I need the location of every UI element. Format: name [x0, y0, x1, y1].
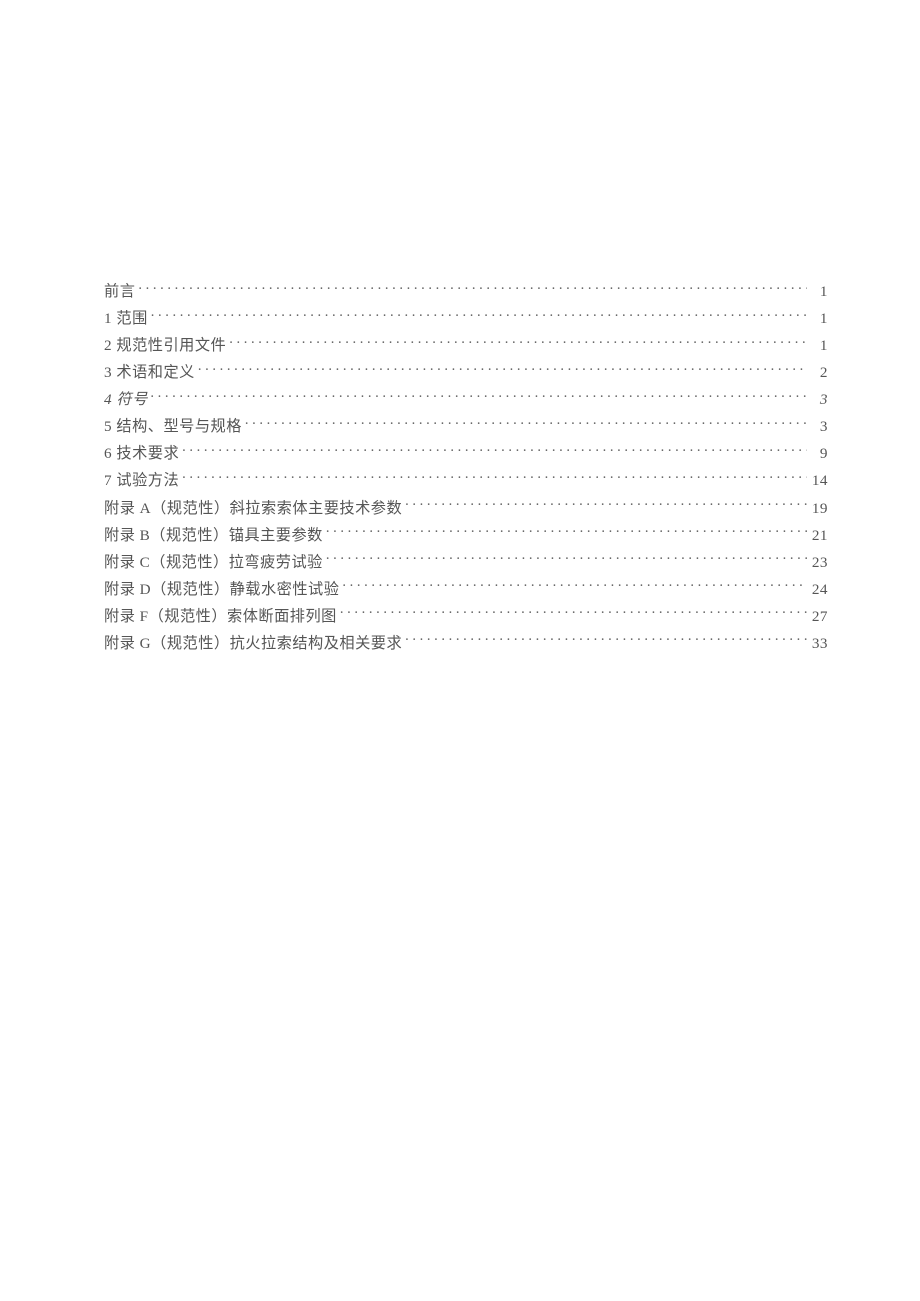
toc-dot-leader — [405, 633, 807, 648]
toc-entry-title: 附录 A（规范性）斜拉索索体主要技术参数 — [104, 497, 402, 521]
toc-row: 附录 G（规范性）抗火拉索结构及相关要求 33 — [104, 632, 828, 656]
toc-entry-page: 21 — [810, 524, 828, 548]
toc-row: 4 符号 3 — [104, 388, 828, 412]
toc-row: 5 结构、型号与规格 3 — [104, 415, 828, 439]
toc-entry-page: 14 — [810, 469, 828, 493]
toc-entry-page: 33 — [810, 632, 828, 656]
toc-entry-title: 附录 G（规范性）抗火拉索结构及相关要求 — [104, 632, 402, 656]
toc-entry-page: 2 — [810, 361, 828, 385]
toc-dot-leader — [229, 335, 807, 350]
toc-entry-title: 前言 — [104, 280, 135, 304]
toc-entry-page: 9 — [810, 442, 828, 466]
toc-dot-leader — [340, 606, 807, 621]
toc-row: 附录 B（规范性）锚具主要参数 21 — [104, 524, 828, 548]
toc-entry-title: 7 试验方法 — [104, 469, 179, 493]
toc-entry-title: 附录 F（规范性）索体断面排列图 — [104, 605, 337, 629]
toc-entry-page: 24 — [810, 578, 828, 602]
toc-dot-leader — [182, 470, 807, 485]
toc-row: 7 试验方法 14 — [104, 469, 828, 493]
toc-entry-page: 1 — [810, 334, 828, 358]
toc-entry-title: 5 结构、型号与规格 — [104, 415, 242, 439]
toc-entry-title: 1 范围 — [104, 307, 148, 331]
toc-row: 附录 F（规范性）索体断面排列图 27 — [104, 605, 828, 629]
toc-row: 3 术语和定义 2 — [104, 361, 828, 385]
toc-entry-page: 3 — [810, 388, 828, 412]
toc-row: 前言 1 — [104, 280, 828, 304]
toc-dot-leader — [326, 524, 807, 539]
toc-entry-title: 2 规范性引用文件 — [104, 334, 226, 358]
toc-entry-page: 27 — [810, 605, 828, 629]
toc-dot-leader — [198, 362, 807, 377]
toc-dot-leader — [151, 389, 807, 404]
toc-entry-title: 3 术语和定义 — [104, 361, 195, 385]
toc-dot-leader — [245, 416, 807, 431]
document-page: 前言11 范围12 规范性引用文件13 术语和定义24 符号35 结构、型号与规… — [0, 0, 920, 1301]
toc-entry-title: 6 技术要求 — [104, 442, 179, 466]
toc-entry-page: 23 — [810, 551, 828, 575]
toc-entry-title: 4 符号 — [104, 388, 148, 412]
toc-entry-title: 附录 D（规范性）静载水密性试验 — [104, 578, 339, 602]
toc-dot-leader — [151, 308, 807, 323]
toc-entry-page: 3 — [810, 415, 828, 439]
toc-dot-leader — [138, 281, 807, 296]
table-of-contents: 前言11 范围12 规范性引用文件13 术语和定义24 符号35 结构、型号与规… — [104, 280, 828, 655]
toc-dot-leader — [182, 443, 807, 458]
toc-entry-title: 附录 B（规范性）锚具主要参数 — [104, 524, 323, 548]
toc-dot-leader — [326, 551, 807, 566]
toc-entry-page: 19 — [810, 497, 828, 521]
toc-row: 附录 A（规范性）斜拉索索体主要技术参数 19 — [104, 497, 828, 521]
toc-row: 附录 C（规范性）拉弯疲劳试验 23 — [104, 551, 828, 575]
toc-dot-leader — [405, 497, 807, 512]
toc-row: 6 技术要求 9 — [104, 442, 828, 466]
toc-row: 附录 D（规范性）静载水密性试验 24 — [104, 578, 828, 602]
toc-row: 2 规范性引用文件 1 — [104, 334, 828, 358]
toc-entry-page: 1 — [810, 307, 828, 331]
toc-entry-title: 附录 C（规范性）拉弯疲劳试验 — [104, 551, 323, 575]
toc-dot-leader — [342, 579, 807, 594]
toc-entry-page: 1 — [810, 280, 828, 304]
toc-row: 1 范围 1 — [104, 307, 828, 331]
